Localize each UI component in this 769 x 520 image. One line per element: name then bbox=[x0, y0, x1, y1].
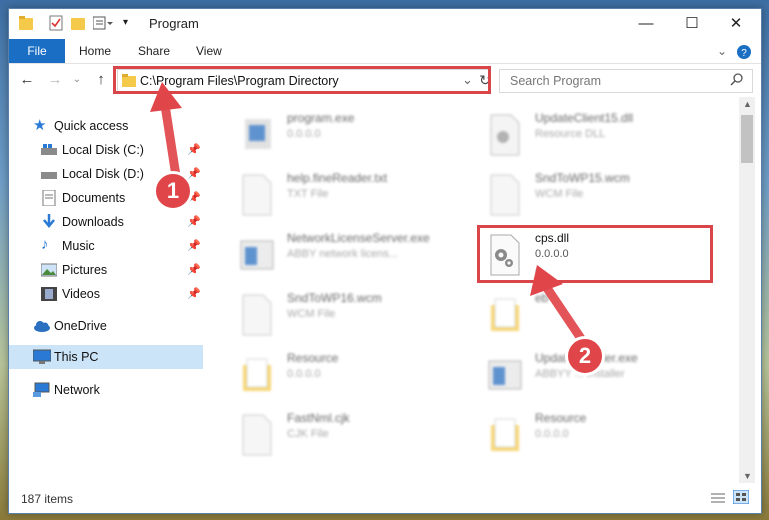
annotation-arrow-1 bbox=[150, 82, 587, 345]
annotation-badge-2: 2 bbox=[565, 336, 605, 376]
annotation-badge-1: 1 bbox=[153, 171, 193, 211]
